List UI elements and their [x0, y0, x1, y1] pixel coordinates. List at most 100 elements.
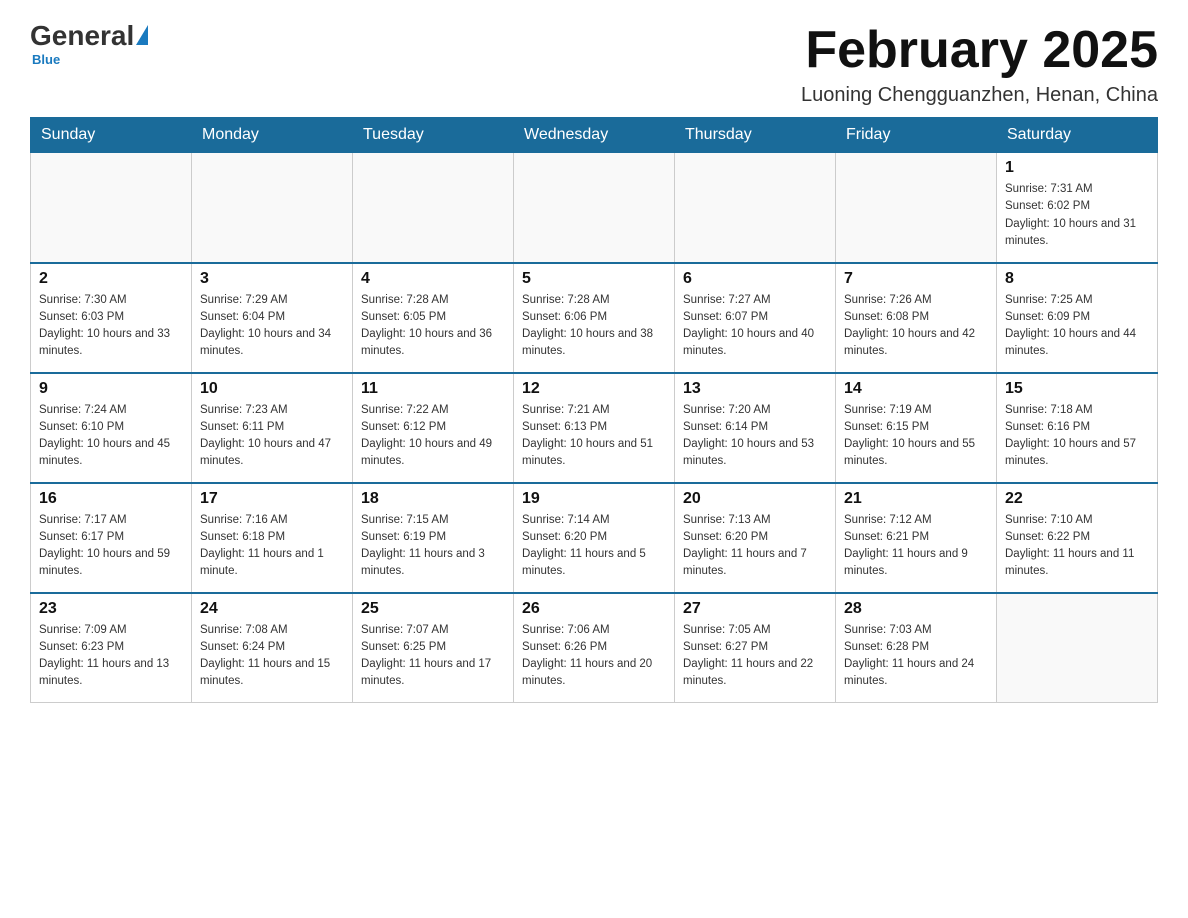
- day-number: 2: [39, 270, 183, 288]
- table-row: 20 Sunrise: 7:13 AMSunset: 6:20 PMDayligh…: [675, 483, 836, 593]
- table-row: [836, 153, 997, 263]
- day-number: 16: [39, 490, 183, 508]
- day-info: Sunrise: 7:09 AMSunset: 6:23 PMDaylight:…: [39, 622, 183, 691]
- table-row: 6Sunrise: 7:27 AMSunset: 6:07 PMDaylight…: [675, 263, 836, 373]
- day-info: Sunrise: 7:30 AMSunset: 6:03 PMDaylight:…: [39, 292, 183, 361]
- day-number: 24: [200, 600, 344, 618]
- calendar-title: February 2025: [801, 20, 1158, 80]
- day-number: 8: [1005, 270, 1149, 288]
- day-number: 5: [522, 270, 666, 288]
- day-number: 20: [683, 490, 827, 508]
- day-info: Sunrise: 7:12 AMSunset: 6:21 PMDaylight:…: [844, 512, 988, 581]
- logo-general: General: [30, 20, 134, 52]
- logo-triangle-icon: [136, 25, 148, 45]
- col-friday: Friday: [836, 118, 997, 153]
- day-number: 1: [1005, 159, 1149, 177]
- table-row: 13 Sunrise: 7:20 AMSunset: 6:14 PMDayligh…: [675, 373, 836, 483]
- day-number: 13: [683, 380, 827, 398]
- table-row: 21 Sunrise: 7:12 AMSunset: 6:21 PMDayligh…: [836, 483, 997, 593]
- calendar-week-row: 16 Sunrise: 7:17 AMSunset: 6:17 PMDayligh…: [31, 483, 1158, 593]
- day-info: Sunrise: 7:18 AMSunset: 6:16 PMDaylight:…: [1005, 402, 1149, 471]
- day-number: 22: [1005, 490, 1149, 508]
- day-number: 14: [844, 380, 988, 398]
- table-row: 17Sunrise: 7:16 AMSunset: 6:18 PMDayligh…: [192, 483, 353, 593]
- day-info: Sunrise: 7:28 AMSunset: 6:05 PMDaylight:…: [361, 292, 505, 361]
- day-number: 15: [1005, 380, 1149, 398]
- table-row: 1 Sunrise: 7:31 AMSunset: 6:02 PMDaylight…: [997, 153, 1158, 263]
- table-row: 27 Sunrise: 7:05 AMSunset: 6:27 PMDayligh…: [675, 593, 836, 703]
- day-info: Sunrise: 7:24 AMSunset: 6:10 PMDaylight:…: [39, 402, 183, 471]
- day-info: Sunrise: 7:31 AMSunset: 6:02 PMDaylight:…: [1005, 181, 1149, 250]
- table-row: 3Sunrise: 7:29 AMSunset: 6:04 PMDaylight…: [192, 263, 353, 373]
- day-number: 18: [361, 490, 505, 508]
- day-info: Sunrise: 7:25 AMSunset: 6:09 PMDaylight:…: [1005, 292, 1149, 361]
- table-row: 28 Sunrise: 7:03 AMSunset: 6:28 PMDayligh…: [836, 593, 997, 703]
- day-number: 7: [844, 270, 988, 288]
- day-info: Sunrise: 7:20 AMSunset: 6:14 PMDaylight:…: [683, 402, 827, 471]
- table-row: [31, 153, 192, 263]
- logo-tagline: Blue: [32, 52, 60, 67]
- day-info: Sunrise: 7:22 AMSunset: 6:12 PMDaylight:…: [361, 402, 505, 471]
- table-row: 10 Sunrise: 7:23 AMSunset: 6:11 PMDayligh…: [192, 373, 353, 483]
- day-info: Sunrise: 7:14 AMSunset: 6:20 PMDaylight:…: [522, 512, 666, 581]
- day-number: 9: [39, 380, 183, 398]
- table-row: [514, 153, 675, 263]
- table-row: 23 Sunrise: 7:09 AMSunset: 6:23 PMDayligh…: [31, 593, 192, 703]
- day-info: Sunrise: 7:03 AMSunset: 6:28 PMDaylight:…: [844, 622, 988, 691]
- day-info: Sunrise: 7:17 AMSunset: 6:17 PMDaylight:…: [39, 512, 183, 581]
- col-tuesday: Tuesday: [353, 118, 514, 153]
- day-info: Sunrise: 7:05 AMSunset: 6:27 PMDaylight:…: [683, 622, 827, 691]
- day-info: Sunrise: 7:06 AMSunset: 6:26 PMDaylight:…: [522, 622, 666, 691]
- day-number: 21: [844, 490, 988, 508]
- col-wednesday: Wednesday: [514, 118, 675, 153]
- table-row: [675, 153, 836, 263]
- table-row: 25Sunrise: 7:07 AMSunset: 6:25 PMDayligh…: [353, 593, 514, 703]
- table-row: 4 Sunrise: 7:28 AMSunset: 6:05 PMDaylight…: [353, 263, 514, 373]
- col-saturday: Saturday: [997, 118, 1158, 153]
- table-row: 11 Sunrise: 7:22 AMSunset: 6:12 PMDayligh…: [353, 373, 514, 483]
- logo: General Blue: [30, 20, 148, 67]
- day-info: Sunrise: 7:13 AMSunset: 6:20 PMDaylight:…: [683, 512, 827, 581]
- day-number: 19: [522, 490, 666, 508]
- table-row: 22Sunrise: 7:10 AMSunset: 6:22 PMDayligh…: [997, 483, 1158, 593]
- col-thursday: Thursday: [675, 118, 836, 153]
- col-sunday: Sunday: [31, 118, 192, 153]
- calendar-week-row: 9 Sunrise: 7:24 AMSunset: 6:10 PMDaylight…: [31, 373, 1158, 483]
- table-row: 14 Sunrise: 7:19 AMSunset: 6:15 PMDayligh…: [836, 373, 997, 483]
- table-row: [353, 153, 514, 263]
- day-info: Sunrise: 7:15 AMSunset: 6:19 PMDaylight:…: [361, 512, 505, 581]
- day-number: 27: [683, 600, 827, 618]
- table-row: 5 Sunrise: 7:28 AMSunset: 6:06 PMDaylight…: [514, 263, 675, 373]
- day-number: 10: [200, 380, 344, 398]
- day-number: 28: [844, 600, 988, 618]
- day-number: 12: [522, 380, 666, 398]
- day-info: Sunrise: 7:16 AMSunset: 6:18 PMDaylight:…: [200, 512, 344, 581]
- day-info: Sunrise: 7:19 AMSunset: 6:15 PMDaylight:…: [844, 402, 988, 471]
- table-row: 12Sunrise: 7:21 AMSunset: 6:13 PMDayligh…: [514, 373, 675, 483]
- calendar-week-row: 2 Sunrise: 7:30 AMSunset: 6:03 PMDaylight…: [31, 263, 1158, 373]
- calendar-week-row: 1 Sunrise: 7:31 AMSunset: 6:02 PMDaylight…: [31, 153, 1158, 263]
- calendar-header-row: Sunday Monday Tuesday Wednesday Thursday…: [31, 118, 1158, 153]
- day-number: 3: [200, 270, 344, 288]
- table-row: 8 Sunrise: 7:25 AMSunset: 6:09 PMDaylight…: [997, 263, 1158, 373]
- table-row: 26Sunrise: 7:06 AMSunset: 6:26 PMDayligh…: [514, 593, 675, 703]
- calendar-subtitle: Luoning Chengguanzhen, Henan, China: [801, 84, 1158, 107]
- day-info: Sunrise: 7:08 AMSunset: 6:24 PMDaylight:…: [200, 622, 344, 691]
- table-row: [192, 153, 353, 263]
- calendar-table: Sunday Monday Tuesday Wednesday Thursday…: [30, 117, 1158, 703]
- table-row: 2 Sunrise: 7:30 AMSunset: 6:03 PMDaylight…: [31, 263, 192, 373]
- col-monday: Monday: [192, 118, 353, 153]
- day-info: Sunrise: 7:28 AMSunset: 6:06 PMDaylight:…: [522, 292, 666, 361]
- day-number: 6: [683, 270, 827, 288]
- day-info: Sunrise: 7:23 AMSunset: 6:11 PMDaylight:…: [200, 402, 344, 471]
- day-number: 23: [39, 600, 183, 618]
- day-number: 11: [361, 380, 505, 398]
- day-number: 4: [361, 270, 505, 288]
- title-section: February 2025 Luoning Chengguanzhen, Hen…: [801, 20, 1158, 107]
- day-number: 25: [361, 600, 505, 618]
- table-row: 18 Sunrise: 7:15 AMSunset: 6:19 PMDayligh…: [353, 483, 514, 593]
- table-row: 9 Sunrise: 7:24 AMSunset: 6:10 PMDaylight…: [31, 373, 192, 483]
- page-header: General Blue February 2025 Luoning Cheng…: [30, 20, 1158, 107]
- day-info: Sunrise: 7:26 AMSunset: 6:08 PMDaylight:…: [844, 292, 988, 361]
- table-row: [997, 593, 1158, 703]
